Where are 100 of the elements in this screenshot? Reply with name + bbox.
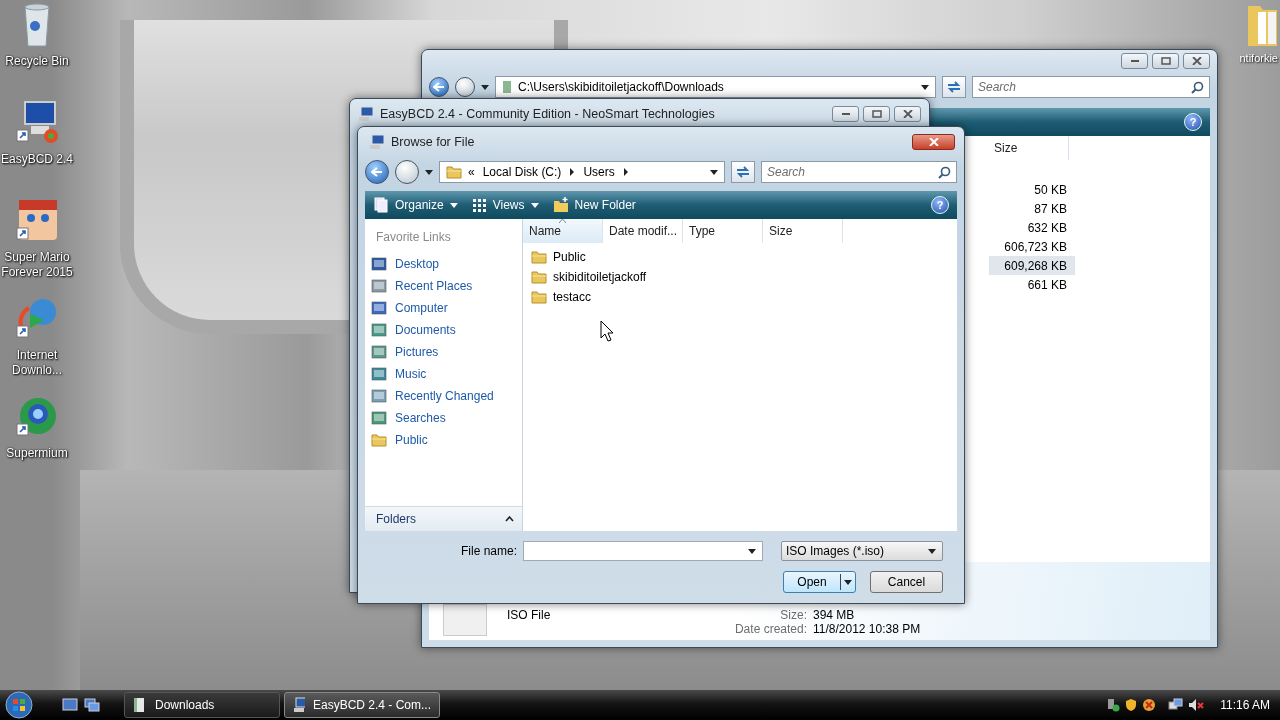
file-type-text: ISO File: [507, 607, 552, 622]
breadcrumb-item[interactable]: Local Disk (C:): [482, 165, 562, 179]
dropdown-arrow-icon[interactable]: [530, 202, 539, 208]
file-name-field[interactable]: [523, 541, 763, 561]
search-icon[interactable]: [938, 165, 951, 179]
history-dropdown-icon[interactable]: [481, 84, 489, 90]
column-header[interactable]: Date modif...: [603, 219, 683, 243]
back-button[interactable]: [429, 77, 449, 97]
file-size-cell[interactable]: 606,723 KB: [989, 237, 1075, 256]
close-icon: [902, 110, 913, 118]
column-header[interactable]: Size: [763, 219, 843, 243]
toolbar-button[interactable]: New Folder: [574, 198, 636, 212]
search-icon[interactable]: [1191, 80, 1204, 94]
muted-speaker-icon[interactable]: [1188, 698, 1205, 712]
breadcrumb-overflow[interactable]: «: [468, 165, 475, 179]
close-button[interactable]: [1183, 53, 1210, 69]
file-type-dropdown[interactable]: ISO Images (*.iso): [781, 541, 943, 561]
clock[interactable]: 11:16 AM: [1220, 698, 1270, 712]
detail-label: Date created:: [733, 622, 807, 636]
detail-value: 394 MB: [813, 608, 856, 622]
minimize-icon: [840, 112, 851, 116]
shield-icon[interactable]: [1124, 698, 1139, 712]
search-field[interactable]: Search: [972, 76, 1210, 98]
file-name-label: File name:: [460, 544, 517, 558]
switch-windows-icon[interactable]: [84, 698, 100, 712]
file-size-cell[interactable]: 661 KB: [989, 275, 1075, 294]
address-bar[interactable]: « Local Disk (C:) Users: [439, 161, 725, 183]
cancel-button[interactable]: Cancel: [870, 571, 943, 593]
favorite-link[interactable]: Recently Changed: [395, 389, 494, 403]
close-icon: [928, 138, 939, 146]
history-dropdown-icon[interactable]: [425, 169, 433, 175]
file-size-cell[interactable]: 609,268 KB: [989, 256, 1075, 275]
maximize-button[interactable]: [863, 106, 890, 122]
close-button[interactable]: [894, 106, 921, 122]
favorite-link[interactable]: Pictures: [395, 345, 439, 359]
column-header[interactable]: Name: [523, 219, 603, 243]
dropdown-arrow-icon[interactable]: [710, 169, 718, 175]
favorite-link[interactable]: Music: [395, 367, 427, 381]
file-size-cell[interactable]: 50 KB: [989, 180, 1075, 199]
favorite-link[interactable]: Searches: [395, 411, 446, 425]
folders-toggle[interactable]: Folders: [365, 506, 522, 531]
sort-caret-icon: [559, 219, 566, 223]
open-button[interactable]: Open: [783, 571, 856, 593]
dropdown-arrow-icon[interactable]: [921, 84, 929, 90]
address-bar[interactable]: C:\Users\skibiditoiletjackoff\Downloads: [495, 76, 936, 98]
file-size-cell[interactable]: 87 KB: [989, 199, 1075, 218]
address-path: C:\Users\skibiditoiletjackoff\Downloads: [518, 80, 724, 94]
collapse-caret-icon: [505, 516, 514, 522]
warning-shield-icon[interactable]: [1142, 698, 1157, 712]
search-placeholder: Search: [767, 165, 806, 179]
window-title: EasyBCD 2.4 - Community Edition - NeoSmart Technologies: [380, 107, 715, 121]
search-field[interactable]: Search: [761, 161, 957, 183]
show-desktop-icon[interactable]: [62, 698, 78, 712]
new-folder-icon: [552, 197, 569, 213]
dropdown-arrow-icon[interactable]: [449, 202, 458, 208]
dropdown-arrow-icon[interactable]: [844, 579, 852, 585]
toolbar-button[interactable]: Views: [492, 198, 525, 212]
forward-button[interactable]: [455, 77, 475, 97]
favorite-link[interactable]: Computer: [395, 301, 448, 315]
column-header[interactable]: Type: [683, 219, 763, 243]
computer-icon: [371, 301, 387, 315]
close-button[interactable]: [912, 134, 955, 150]
favorite-link[interactable]: Public: [395, 433, 428, 447]
back-button[interactable]: [365, 160, 389, 184]
chevron-icon[interactable]: [622, 168, 629, 176]
folder-name[interactable]: testacc: [553, 290, 591, 304]
chevron-icon[interactable]: [569, 168, 576, 176]
file-thumbnail: [443, 604, 487, 636]
arrow-icon: [371, 167, 383, 177]
minimize-button[interactable]: [1121, 53, 1148, 69]
favorite-link[interactable]: Documents: [395, 323, 456, 337]
minimize-button[interactable]: [832, 106, 859, 122]
pages-icon: [373, 197, 389, 213]
computer-icon: [293, 697, 305, 713]
detail-value: 11/8/2012 10:38 PM: [813, 622, 921, 636]
section-heading: Favorite Links: [375, 229, 452, 246]
maximize-icon: [1160, 57, 1171, 65]
toolbar-button[interactable]: Organize: [395, 198, 444, 212]
search-placeholder: Search: [978, 80, 1017, 94]
file-size-cell[interactable]: 632 KB: [989, 218, 1075, 237]
network-computers-icon[interactable]: [1168, 698, 1185, 712]
folder-name[interactable]: Public: [553, 250, 586, 264]
forward-button[interactable]: [395, 160, 419, 184]
computer-icon: [358, 106, 374, 122]
taskbar-button[interactable]: EasyBCD 2.4 - Com...: [284, 692, 440, 718]
favorite-link[interactable]: Desktop: [395, 257, 440, 271]
desktop-icon: [371, 257, 387, 271]
dropdown-arrow-icon[interactable]: [748, 548, 756, 554]
dropdown-arrow-icon[interactable]: [928, 548, 936, 554]
folder-name[interactable]: skibiditoiletjackoff: [553, 270, 647, 284]
breadcrumb-item[interactable]: Users: [583, 165, 615, 179]
maximize-button[interactable]: [1152, 53, 1179, 69]
mouse-pointer-icon: [600, 320, 614, 342]
taskbar-button[interactable]: Downloads: [124, 692, 280, 718]
computer-icon: [369, 134, 385, 150]
dialog-title: Browse for File: [391, 135, 475, 149]
maximize-icon: [871, 110, 882, 118]
column-header[interactable]: Size: [989, 136, 1069, 160]
favorite-link[interactable]: Recent Places: [395, 279, 473, 293]
computer-monitor-icon: [15, 100, 59, 146]
